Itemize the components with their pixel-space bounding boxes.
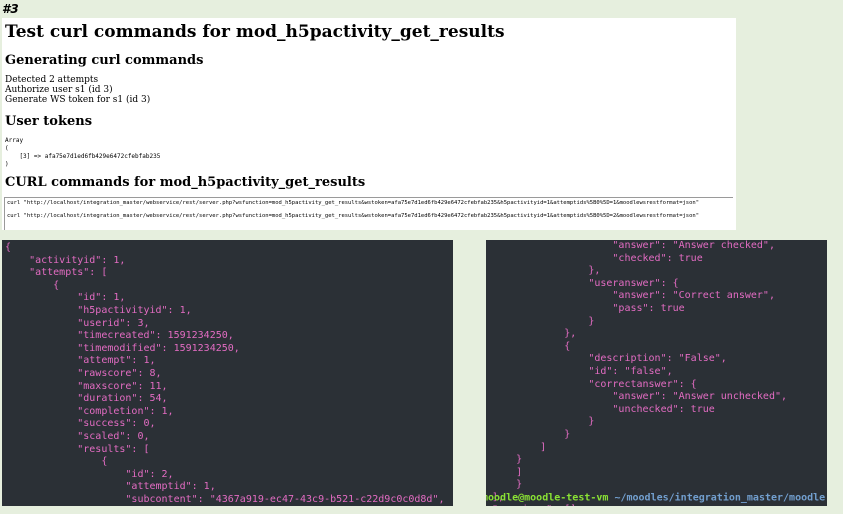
curl-command: curl "http://localhost/integration_maste…: [7, 200, 700, 206]
page-title: Test curl commands for mod_h5pactivity_g…: [5, 22, 505, 42]
shell-prompt: moodle@moodle-test-vm ~/moodles/integrat…: [486, 492, 827, 503]
prompt-path: ~/moodles/integration_master/moodle: [608, 492, 826, 503]
terminal-left[interactable]: { "activityid": 1, "attempts": [ { "id":…: [2, 240, 453, 506]
terminal-output: "answer": "Answer checked", "checked": t…: [492, 240, 788, 506]
prompt-symbol: $: [825, 492, 827, 503]
tokens-dump: Array ( [3] => afa75e7d1ed6fb429e6472cfe…: [5, 137, 161, 168]
curl-command: curl "http://localhost/integration_maste…: [7, 213, 700, 219]
status-line: Authorize user s1 (id 3): [5, 85, 113, 95]
heading-generating: Generating curl commands: [5, 53, 204, 68]
terminal-output: { "activityid": 1, "attempts": [ { "id":…: [5, 242, 445, 505]
curl-commands-textarea[interactable]: curl "http://localhost/integration_maste…: [4, 197, 733, 230]
browser-page: Test curl commands for mod_h5pactivity_g…: [2, 18, 736, 230]
status-line: Generate WS token for s1 (id 3): [5, 95, 151, 105]
screenshot-label: #3: [2, 2, 19, 16]
heading-user-tokens: User tokens: [5, 114, 93, 129]
status-line: Detected 2 attempts: [5, 75, 99, 85]
prompt-user: moodle@moodle-test-vm: [486, 492, 609, 503]
terminal-right[interactable]: "answer": "Answer checked", "checked": t…: [486, 240, 827, 506]
heading-curl-commands: CURL commands for mod_h5pactivity_get_re…: [5, 175, 366, 190]
